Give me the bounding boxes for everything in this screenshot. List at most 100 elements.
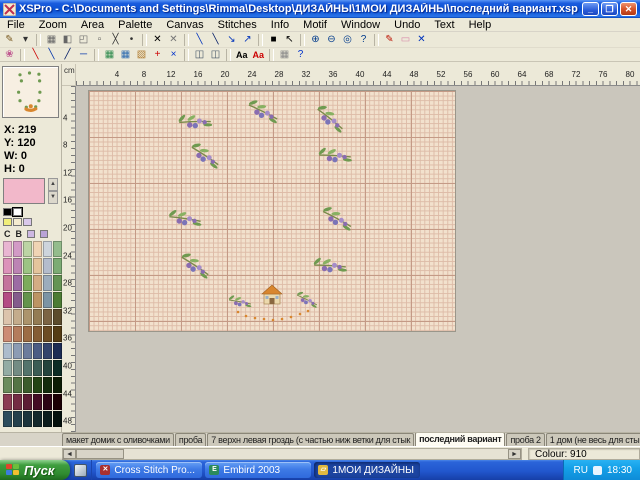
palette-swatch[interactable] [13,309,22,325]
palette-swatch[interactable] [23,275,32,291]
palette-swatch[interactable] [33,394,42,410]
line-se-button[interactable]: ↘ [224,33,239,46]
palette-swatch[interactable] [13,360,22,376]
palette-swatch[interactable] [53,258,62,274]
palette-swatch[interactable] [53,343,62,359]
palette-swatch[interactable] [23,394,32,410]
remove-colour-button[interactable]: × [166,48,181,61]
palette-swatch[interactable] [33,411,42,427]
backstitch-navy-button[interactable]: ╱ [60,48,75,61]
palette-swatch[interactable] [23,309,32,325]
scroll-right-icon[interactable]: ► [508,449,521,459]
menu-info[interactable]: Info [264,18,296,32]
maximize-button[interactable]: ❐ [601,2,618,16]
design-tab[interactable]: макет домик с оливочками [62,433,174,446]
palette-swatch[interactable] [13,326,22,342]
delete-backstitch-button[interactable]: ✕ [414,33,429,46]
zoom-actual-button[interactable]: ◎ [340,33,355,46]
palette-swatch[interactable] [33,343,42,359]
backstitch-blue-button[interactable]: ╲ [44,48,59,61]
design-tab[interactable]: 1 дом (не весь для стыковки) [546,433,640,446]
close-button[interactable]: ✕ [620,2,637,16]
palette-swatch[interactable] [13,292,22,308]
design-tab[interactable]: проба [175,433,206,446]
grid-toggle-button[interactable]: ▦ [277,48,292,61]
palette-swatch[interactable] [53,394,62,410]
menu-file[interactable]: File [0,18,32,32]
palette-swatch[interactable] [43,343,52,359]
clock[interactable]: 18:30 [607,465,632,476]
palette-swatch[interactable] [3,360,12,376]
motif-paste-button[interactable]: ◫ [208,48,223,61]
scroll-up-icon[interactable]: ▲ [48,178,58,191]
language-indicator[interactable]: RU [574,465,588,476]
colour-scrollbar[interactable]: ▲ ▼ [48,178,58,204]
palette-swatch[interactable] [3,292,12,308]
scrollbar-track[interactable] [76,449,508,459]
quick-launch-icon[interactable] [74,464,87,477]
select-tool-button[interactable]: ↖ [282,33,297,46]
palette-swatch[interactable] [43,275,52,291]
palette-swatch[interactable] [53,309,62,325]
palette-swatch[interactable] [43,309,52,325]
backstitch-red-button[interactable]: ╲ [28,48,43,61]
palette-swatch[interactable] [53,326,62,342]
palette-swatch[interactable] [3,326,12,342]
header-swatch[interactable] [27,230,35,238]
palette-swatch[interactable] [43,394,52,410]
palette-swatch[interactable] [23,292,32,308]
help-pointer-button[interactable]: ? [293,48,308,61]
quick-swatch[interactable] [13,208,22,216]
text-colour-button[interactable]: Aa [251,48,267,61]
pencil-tool-button[interactable]: ✎ [2,33,17,46]
design-tab[interactable]: 7 верхн левая гроздь (с частью ниж ветки… [207,433,414,446]
design-preview[interactable] [2,66,59,118]
palette-swatch[interactable] [43,411,52,427]
palette-swatch[interactable] [33,258,42,274]
palette-swatch[interactable] [13,241,22,257]
quick-swatch[interactable] [23,218,32,226]
palette-swatch[interactable] [23,360,32,376]
fill-tool-button[interactable]: ■ [266,33,281,46]
text-tool-button[interactable]: Aa [234,48,250,61]
menu-stitches[interactable]: Stitches [211,18,264,32]
delete-area-button[interactable]: ✕ [166,33,181,46]
palette-swatch[interactable] [53,360,62,376]
palette-swatch[interactable] [3,343,12,359]
palette-swatch[interactable] [43,241,52,257]
palette-swatch[interactable] [33,326,42,342]
taskbar-task[interactable]: EEmbird 2003 [205,462,311,478]
palette-swatch[interactable] [13,275,22,291]
scroll-down-icon[interactable]: ▼ [48,191,58,204]
straight-line-button[interactable]: ─ [76,48,91,61]
palette-swatch[interactable] [43,326,52,342]
minimize-button[interactable]: _ [582,2,599,16]
selected-colour-swatch[interactable] [3,178,45,204]
palette-swatch[interactable] [3,258,12,274]
palette-green-button[interactable]: ▦ [102,48,117,61]
menu-window[interactable]: Window [334,18,387,32]
palette-swatch[interactable] [33,241,42,257]
palette-swatch[interactable] [3,309,12,325]
quick-swatch[interactable] [3,208,12,216]
palette-swatch[interactable] [33,292,42,308]
scroll-left-icon[interactable]: ◄ [63,449,76,459]
pencil-dropdown-button[interactable]: ▾ [18,33,33,46]
cross-stitch-button[interactable]: ╳ [108,33,123,46]
palette-swatch[interactable] [53,275,62,291]
palette-swatch[interactable] [23,411,32,427]
petite-stitch-button[interactable]: ▫ [92,33,107,46]
palette-swatch[interactable] [23,241,32,257]
french-knot-button[interactable]: • [124,33,139,46]
palette-swatch[interactable] [13,343,22,359]
menu-help[interactable]: Help [462,18,499,32]
palette-swatch[interactable] [33,377,42,393]
menu-undo[interactable]: Undo [387,18,427,32]
menu-motif[interactable]: Motif [296,18,334,32]
palette-swatch[interactable] [23,377,32,393]
menu-text[interactable]: Text [427,18,461,32]
palette-swatch[interactable] [13,377,22,393]
menu-zoom[interactable]: Zoom [32,18,74,32]
full-stitch-button[interactable]: ▦ [44,33,59,46]
palette-swatch[interactable] [3,377,12,393]
